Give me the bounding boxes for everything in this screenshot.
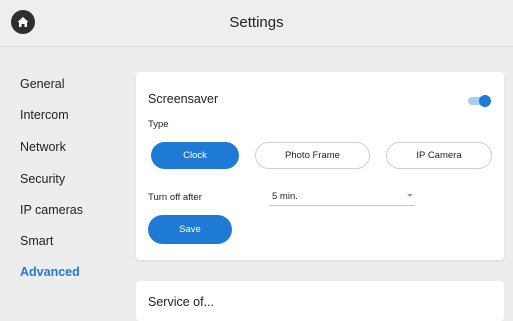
sidebar-item-intercom[interactable]: Intercom <box>20 108 69 122</box>
type-photo-frame-button[interactable]: Photo Frame <box>255 142 370 169</box>
page-title: Settings <box>229 14 284 31</box>
type-label: Type <box>148 119 169 130</box>
screensaver-title: Screensaver <box>148 92 219 106</box>
turn-off-select[interactable]: 5 min. <box>269 187 415 206</box>
save-button[interactable]: Save <box>148 215 232 244</box>
sidebar-item-security[interactable]: Security <box>20 172 65 186</box>
sidebar-item-smart[interactable]: Smart <box>20 234 53 248</box>
type-ip-camera-button[interactable]: IP Camera <box>386 142 492 169</box>
toggle-knob <box>479 95 491 107</box>
sidebar-item-network[interactable]: Network <box>20 140 66 154</box>
type-clock-button[interactable]: Clock <box>151 142 239 169</box>
turn-off-value: 5 min. <box>272 191 298 202</box>
sidebar-item-general[interactable]: General <box>20 77 64 91</box>
sidebar-item-ip-cameras[interactable]: IP cameras <box>20 203 83 217</box>
screensaver-card: Screensaver Type Clock Photo Frame IP Ca… <box>136 72 504 260</box>
top-bar: Settings <box>0 0 513 47</box>
screensaver-toggle[interactable] <box>468 95 491 107</box>
sidebar-item-advanced[interactable]: Advanced <box>20 265 80 279</box>
turn-off-label: Turn off after <box>148 192 202 203</box>
service-section-title: Service of... <box>148 295 214 309</box>
chevron-down-icon <box>407 194 413 197</box>
service-card: Service of... <box>136 281 504 321</box>
